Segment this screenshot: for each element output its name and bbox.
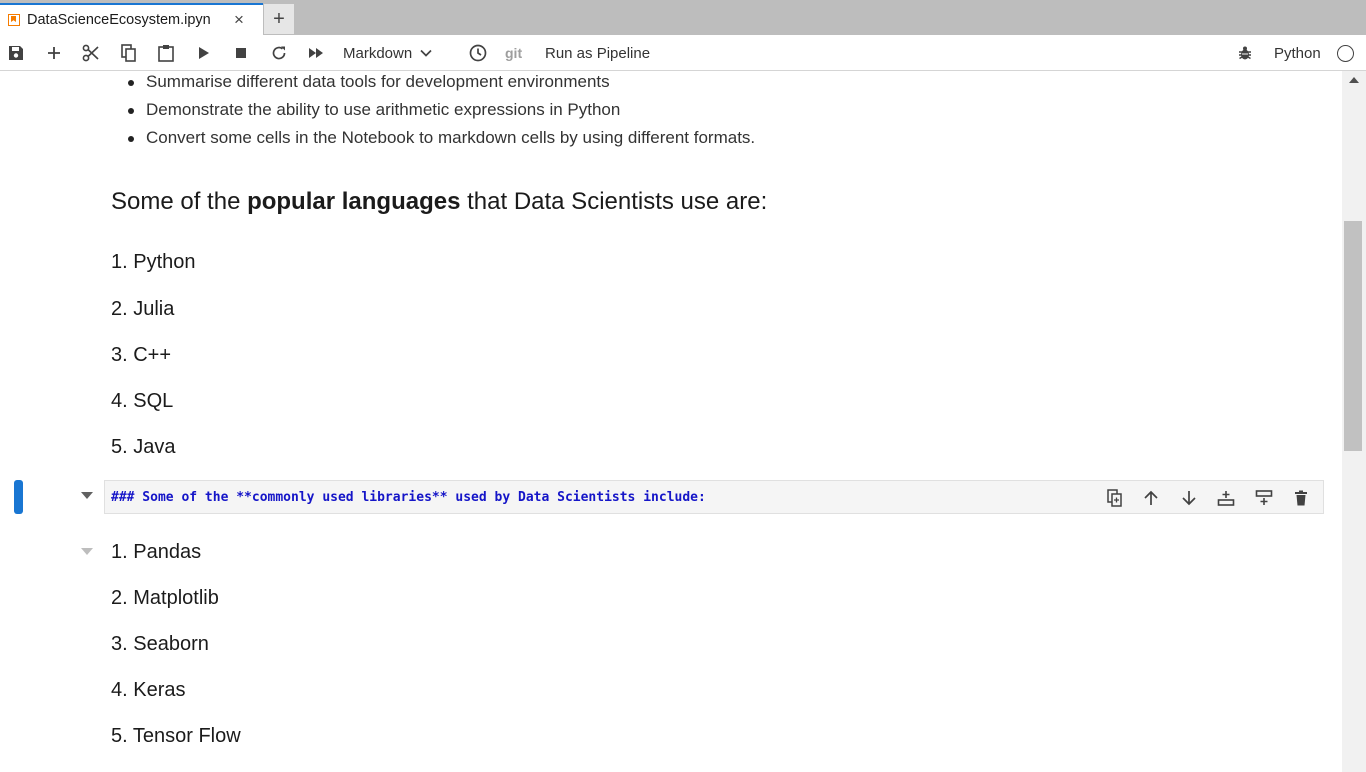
paste-button[interactable] [154,35,178,71]
restart-run-all-button[interactable] [304,35,328,71]
restart-button[interactable] [267,35,291,71]
list-item: Summarise different data tools for devel… [128,72,610,91]
delete-icon [1295,490,1307,506]
cell-type-dropdown[interactable]: Markdown [343,35,432,71]
collapse-cell-icon[interactable] [81,548,93,555]
kernel-status-circle-icon [1337,45,1354,62]
tab-bar: DataScienceEcosystem.ipyn × + [0,0,1366,35]
copy-button[interactable] [117,35,141,71]
markdown-source-text[interactable]: ### Some of the **commonly used librarie… [111,490,706,505]
save-icon [9,46,23,60]
move-cell-up-button[interactable] [1140,487,1162,509]
paste-icon [158,45,174,62]
language-item: 4. SQL [111,390,174,412]
cell-type-value: Markdown [343,44,413,62]
language-item: 1. Python [111,251,196,273]
kernel-name[interactable]: Python [1274,35,1321,71]
insert-above-icon [1217,491,1235,506]
git-button[interactable]: git [505,35,522,71]
debugger-button[interactable] [1233,35,1257,71]
insert-cell-below-button[interactable] [1253,487,1275,509]
notebook-tab[interactable]: DataScienceEcosystem.ipyn × [0,3,263,35]
run-as-pipeline-button[interactable]: Run as Pipeline [545,35,650,71]
tab-title: DataScienceEcosystem.ipyn [27,12,211,28]
library-item: 2. Matplotlib [111,587,219,609]
tab-close-icon[interactable]: × [234,10,244,30]
scrollbar-thumb[interactable] [1344,221,1362,451]
library-item: 3. Seaborn [111,633,209,655]
duplicate-cell-button[interactable] [1104,487,1126,509]
add-icon [48,47,60,59]
active-cell-indicator [14,480,23,514]
language-item: 3. C++ [111,344,172,366]
clock-button[interactable] [466,35,490,71]
cut-button[interactable] [79,35,103,71]
move-up-icon [1144,490,1158,505]
notebook-icon [8,14,20,26]
insert-cell-above-button[interactable] [1215,487,1237,509]
save-button[interactable] [4,35,28,71]
bug-icon [1239,46,1251,60]
delete-cell-button[interactable] [1290,487,1312,509]
library-item: 1. Pandas [111,541,202,563]
fast-forward-icon [309,48,323,58]
languages-heading: Some of the popular languages that Data … [111,188,768,215]
library-item: 4. Keras [111,679,186,701]
vertical-scrollbar[interactable] [1342,71,1366,772]
move-cell-down-button[interactable] [1178,487,1200,509]
notebook-panel: Summarise different data tools for devel… [0,71,1342,772]
markdown-cell-editor[interactable]: ### Some of the **commonly used librarie… [104,480,1324,514]
collapse-heading-icon[interactable] [81,492,93,499]
language-item: 5. Java [111,436,176,458]
notebook-toolbar: Markdown git Run as Pipeline Python [0,35,1366,71]
stop-button[interactable] [229,35,253,71]
run-button[interactable] [192,35,216,71]
chevron-down-icon [420,49,432,57]
copy-icon [121,44,136,62]
run-icon [199,47,209,59]
restart-icon [272,46,286,60]
move-down-icon [1182,491,1196,506]
scroll-up-arrow-icon[interactable] [1349,77,1359,83]
library-item: 5. Tensor Flow [111,725,241,747]
list-item: Convert some cells in the Notebook to ma… [127,128,756,147]
cut-icon [82,44,99,62]
list-item: Demonstrate the ability to use arithmeti… [127,100,621,119]
new-tab-button[interactable]: + [264,4,294,34]
duplicate-icon [1107,489,1122,507]
language-item: 2. Julia [111,298,175,320]
insert-below-icon [1255,490,1273,505]
stop-icon [236,48,246,58]
clock-icon [469,44,487,62]
add-cell-button[interactable] [42,35,66,71]
